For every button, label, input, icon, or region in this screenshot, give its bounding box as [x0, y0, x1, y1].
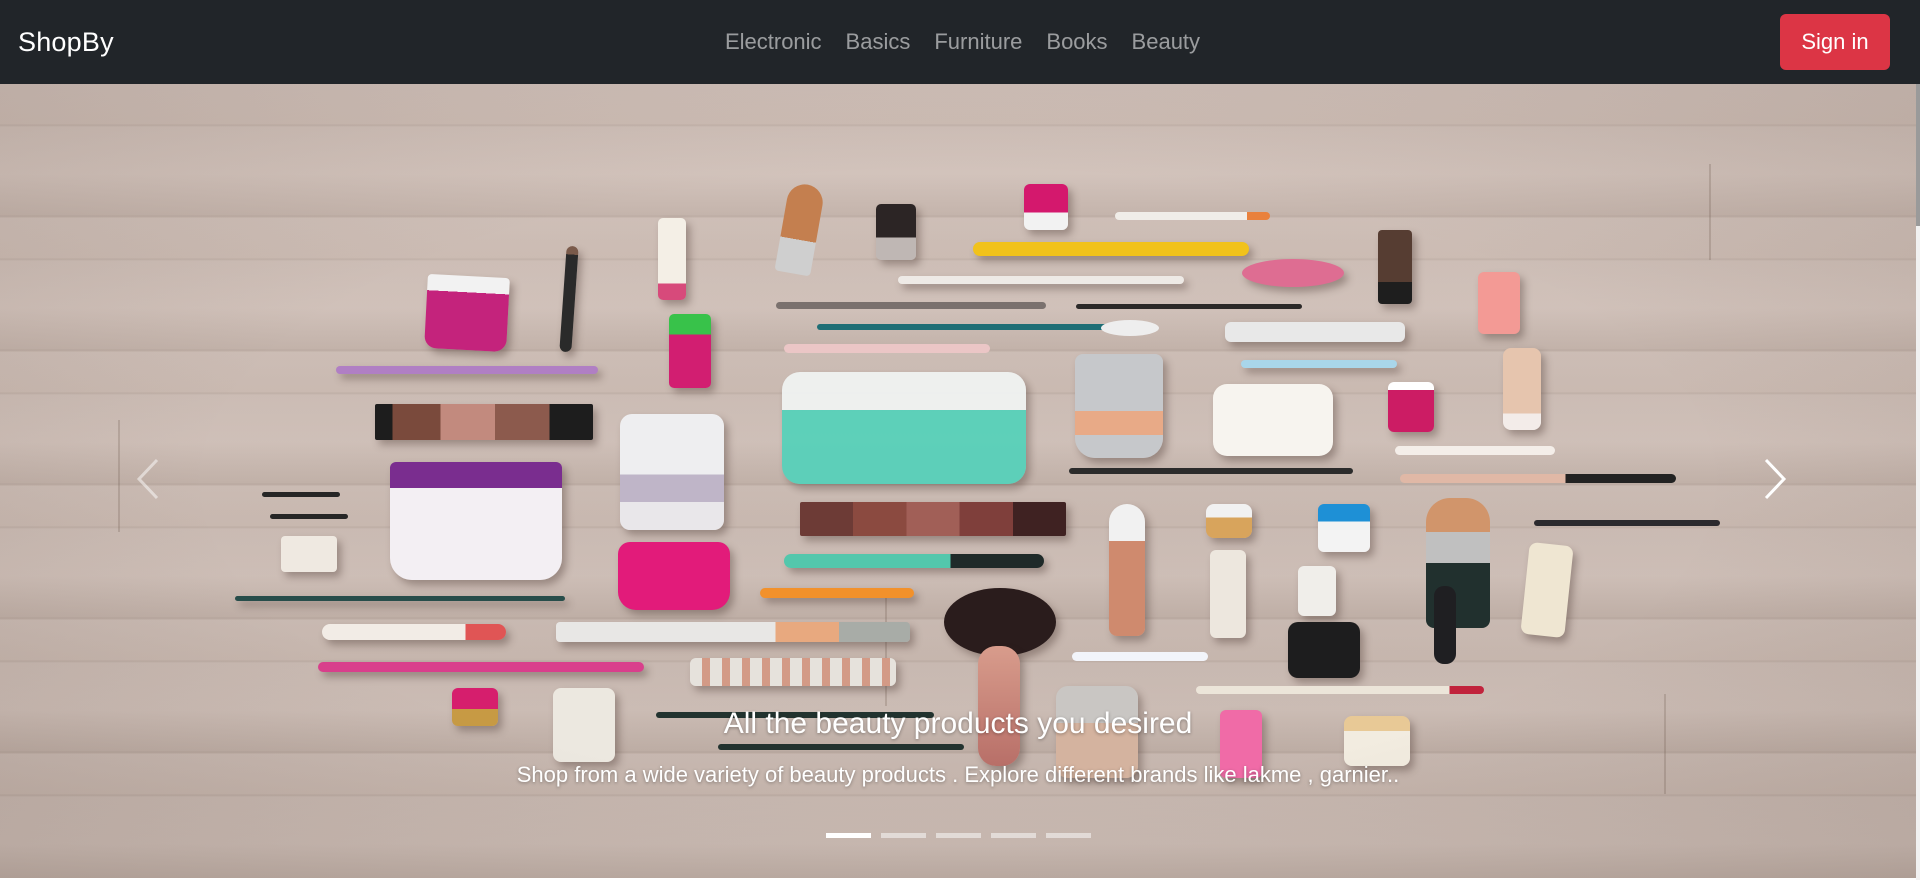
nav-link-beauty[interactable]: Beauty — [1132, 29, 1201, 55]
navbar: ShopBy Electronic Basics Furniture Books… — [0, 0, 1920, 84]
carousel-caption-text: Shop from a wide variety of beauty produ… — [516, 762, 1400, 787]
nav-link-furniture[interactable]: Furniture — [934, 29, 1022, 55]
nav-link-basics[interactable]: Basics — [846, 29, 911, 55]
carousel-indicator[interactable] — [825, 833, 871, 838]
carousel-indicator[interactable] — [935, 833, 981, 838]
carousel-caption-title: All the beauty products you desired — [723, 707, 1193, 740]
nav-links: Electronic Basics Furniture Books Beauty — [720, 29, 1200, 55]
page-scrollbar[interactable] — [1916, 84, 1920, 880]
scrollbar-thumb[interactable] — [1916, 84, 1920, 226]
carousel-next-button[interactable] — [1745, 441, 1805, 521]
carousel-prev-button[interactable] — [118, 441, 178, 521]
carousel-indicator[interactable] — [1045, 833, 1091, 838]
chevron-left-icon — [133, 457, 163, 506]
brand-logo[interactable]: ShopBy — [18, 27, 114, 58]
carousel-indicator[interactable] — [880, 833, 926, 838]
carousel-indicator[interactable] — [990, 833, 1036, 838]
hero-carousel: All the beauty products you desired Shop… — [0, 84, 1916, 878]
sign-in-button[interactable]: Sign in — [1780, 14, 1890, 70]
chevron-right-icon — [1760, 457, 1790, 506]
nav-link-electronic[interactable]: Electronic — [725, 29, 822, 55]
carousel-indicators — [0, 833, 1916, 838]
slide-vignette — [0, 84, 1916, 878]
nav-link-books[interactable]: Books — [1046, 29, 1107, 55]
